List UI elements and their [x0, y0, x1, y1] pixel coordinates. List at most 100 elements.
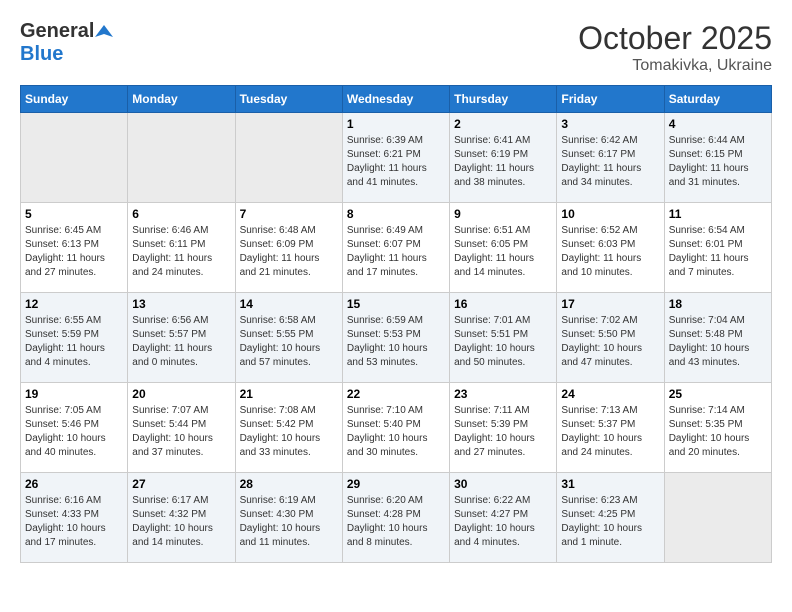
calendar-cell: 6 Sunrise: 6:46 AM Sunset: 6:11 PM Daylig…	[128, 203, 235, 293]
day-number: 15	[347, 297, 445, 311]
day-info: Sunrise: 7:07 AM Sunset: 5:44 PM Dayligh…	[132, 404, 230, 460]
calendar-cell: 2 Sunrise: 6:41 AM Sunset: 6:19 PM Daylig…	[450, 113, 557, 203]
calendar-cell: 17Sunrise: 7:02 AM Sunset: 5:50 PM Dayli…	[557, 293, 664, 383]
day-number: 29	[347, 477, 445, 491]
calendar-cell: 19Sunrise: 7:05 AM Sunset: 5:46 PM Dayli…	[21, 383, 128, 473]
day-number: 16	[454, 297, 552, 311]
calendar-cell: 10 Sunrise: 6:52 AM Sunset: 6:03 PM Dayli…	[557, 203, 664, 293]
day-number: 1	[347, 117, 445, 131]
day-info: Sunrise: 6:16 AM Sunset: 4:33 PM Dayligh…	[25, 494, 123, 550]
logo-general: General	[20, 20, 94, 43]
day-number: 18	[669, 297, 767, 311]
calendar-cell: 12Sunrise: 6:55 AM Sunset: 5:59 PM Dayli…	[21, 293, 128, 383]
calendar-cell: 22Sunrise: 7:10 AM Sunset: 5:40 PM Dayli…	[342, 383, 449, 473]
day-info: Sunrise: 6:58 AM Sunset: 5:55 PM Dayligh…	[240, 314, 338, 370]
day-info: Sunrise: 7:02 AM Sunset: 5:50 PM Dayligh…	[561, 314, 659, 370]
day-number: 19	[25, 387, 123, 401]
day-info: Sunrise: 6:46 AM Sunset: 6:11 PM Dayligh…	[132, 224, 230, 280]
day-info: Sunrise: 6:48 AM Sunset: 6:09 PM Dayligh…	[240, 224, 338, 280]
calendar-cell: 7 Sunrise: 6:48 AM Sunset: 6:09 PM Daylig…	[235, 203, 342, 293]
day-info: Sunrise: 6:56 AM Sunset: 5:57 PM Dayligh…	[132, 314, 230, 370]
weekday-header-sunday: Sunday	[21, 86, 128, 113]
day-number: 7	[240, 207, 338, 221]
calendar-cell	[21, 113, 128, 203]
day-number: 21	[240, 387, 338, 401]
day-info: Sunrise: 6:22 AM Sunset: 4:27 PM Dayligh…	[454, 494, 552, 550]
weekday-header-thursday: Thursday	[450, 86, 557, 113]
day-info: Sunrise: 6:20 AM Sunset: 4:28 PM Dayligh…	[347, 494, 445, 550]
day-number: 14	[240, 297, 338, 311]
calendar-week-row: 5 Sunrise: 6:45 AM Sunset: 6:13 PM Daylig…	[21, 203, 772, 293]
day-number: 10	[561, 207, 659, 221]
calendar-cell: 30 Sunrise: 6:22 AM Sunset: 4:27 PM Dayli…	[450, 473, 557, 563]
location-subtitle: Tomakivka, Ukraine	[578, 57, 772, 75]
page-header: General Blue October 2025 Tomakivka, Ukr…	[20, 20, 772, 75]
calendar-cell: 28Sunrise: 6:19 AM Sunset: 4:30 PM Dayli…	[235, 473, 342, 563]
day-number: 5	[25, 207, 123, 221]
calendar-cell: 27 Sunrise: 6:17 AM Sunset: 4:32 PM Dayli…	[128, 473, 235, 563]
day-number: 24	[561, 387, 659, 401]
day-info: Sunrise: 6:39 AM Sunset: 6:21 PM Dayligh…	[347, 134, 445, 190]
day-number: 2	[454, 117, 552, 131]
day-number: 4	[669, 117, 767, 131]
calendar-cell: 9Sunrise: 6:51 AM Sunset: 6:05 PM Daylig…	[450, 203, 557, 293]
calendar-cell: 21 Sunrise: 7:08 AM Sunset: 5:42 PM Dayli…	[235, 383, 342, 473]
day-number: 27	[132, 477, 230, 491]
calendar-cell: 31Sunrise: 6:23 AM Sunset: 4:25 PM Dayli…	[557, 473, 664, 563]
logo-blue: Blue	[20, 43, 63, 65]
calendar-cell	[128, 113, 235, 203]
day-info: Sunrise: 6:17 AM Sunset: 4:32 PM Dayligh…	[132, 494, 230, 550]
calendar-cell: 25 Sunrise: 7:14 AM Sunset: 5:35 PM Dayli…	[664, 383, 771, 473]
day-info: Sunrise: 7:14 AM Sunset: 5:35 PM Dayligh…	[669, 404, 767, 460]
day-number: 28	[240, 477, 338, 491]
day-info: Sunrise: 7:08 AM Sunset: 5:42 PM Dayligh…	[240, 404, 338, 460]
calendar-cell: 23 Sunrise: 7:11 AM Sunset: 5:39 PM Dayli…	[450, 383, 557, 473]
title-area: October 2025 Tomakivka, Ukraine	[578, 20, 772, 75]
day-info: Sunrise: 6:55 AM Sunset: 5:59 PM Dayligh…	[25, 314, 123, 370]
day-number: 25	[669, 387, 767, 401]
day-info: Sunrise: 6:51 AM Sunset: 6:05 PM Dayligh…	[454, 224, 552, 280]
weekday-header-saturday: Saturday	[664, 86, 771, 113]
day-number: 20	[132, 387, 230, 401]
calendar-week-row: 1 Sunrise: 6:39 AM Sunset: 6:21 PM Daylig…	[21, 113, 772, 203]
calendar-table: SundayMondayTuesdayWednesdayThursdayFrid…	[20, 85, 772, 563]
day-number: 26	[25, 477, 123, 491]
day-info: Sunrise: 6:44 AM Sunset: 6:15 PM Dayligh…	[669, 134, 767, 190]
calendar-cell	[235, 113, 342, 203]
day-number: 23	[454, 387, 552, 401]
day-number: 6	[132, 207, 230, 221]
day-info: Sunrise: 6:41 AM Sunset: 6:19 PM Dayligh…	[454, 134, 552, 190]
weekday-header-tuesday: Tuesday	[235, 86, 342, 113]
day-number: 3	[561, 117, 659, 131]
calendar-cell: 24Sunrise: 7:13 AM Sunset: 5:37 PM Dayli…	[557, 383, 664, 473]
day-info: Sunrise: 6:45 AM Sunset: 6:13 PM Dayligh…	[25, 224, 123, 280]
day-info: Sunrise: 7:04 AM Sunset: 5:48 PM Dayligh…	[669, 314, 767, 370]
day-info: Sunrise: 6:59 AM Sunset: 5:53 PM Dayligh…	[347, 314, 445, 370]
logo-bird-icon	[95, 23, 113, 41]
calendar-cell: 1 Sunrise: 6:39 AM Sunset: 6:21 PM Daylig…	[342, 113, 449, 203]
day-number: 30	[454, 477, 552, 491]
calendar-cell: 14 Sunrise: 6:58 AM Sunset: 5:55 PM Dayli…	[235, 293, 342, 383]
calendar-cell: 13 Sunrise: 6:56 AM Sunset: 5:57 PM Dayli…	[128, 293, 235, 383]
calendar-week-row: 19Sunrise: 7:05 AM Sunset: 5:46 PM Dayli…	[21, 383, 772, 473]
day-number: 13	[132, 297, 230, 311]
day-info: Sunrise: 7:10 AM Sunset: 5:40 PM Dayligh…	[347, 404, 445, 460]
calendar-week-row: 26 Sunrise: 6:16 AM Sunset: 4:33 PM Dayli…	[21, 473, 772, 563]
month-title: October 2025	[578, 20, 772, 57]
calendar-cell: 16Sunrise: 7:01 AM Sunset: 5:51 PM Dayli…	[450, 293, 557, 383]
day-number: 31	[561, 477, 659, 491]
weekday-header-wednesday: Wednesday	[342, 86, 449, 113]
day-info: Sunrise: 6:52 AM Sunset: 6:03 PM Dayligh…	[561, 224, 659, 280]
day-info: Sunrise: 6:54 AM Sunset: 6:01 PM Dayligh…	[669, 224, 767, 280]
day-info: Sunrise: 6:42 AM Sunset: 6:17 PM Dayligh…	[561, 134, 659, 190]
calendar-cell: 4 Sunrise: 6:44 AM Sunset: 6:15 PM Daylig…	[664, 113, 771, 203]
weekday-header-monday: Monday	[128, 86, 235, 113]
calendar-week-row: 12Sunrise: 6:55 AM Sunset: 5:59 PM Dayli…	[21, 293, 772, 383]
calendar-cell: 15 Sunrise: 6:59 AM Sunset: 5:53 PM Dayli…	[342, 293, 449, 383]
calendar-cell: 29 Sunrise: 6:20 AM Sunset: 4:28 PM Dayli…	[342, 473, 449, 563]
day-info: Sunrise: 7:11 AM Sunset: 5:39 PM Dayligh…	[454, 404, 552, 460]
calendar-cell: 3 Sunrise: 6:42 AM Sunset: 6:17 PM Daylig…	[557, 113, 664, 203]
calendar-cell: 8Sunrise: 6:49 AM Sunset: 6:07 PM Daylig…	[342, 203, 449, 293]
day-number: 8	[347, 207, 445, 221]
calendar-cell: 18 Sunrise: 7:04 AM Sunset: 5:48 PM Dayli…	[664, 293, 771, 383]
